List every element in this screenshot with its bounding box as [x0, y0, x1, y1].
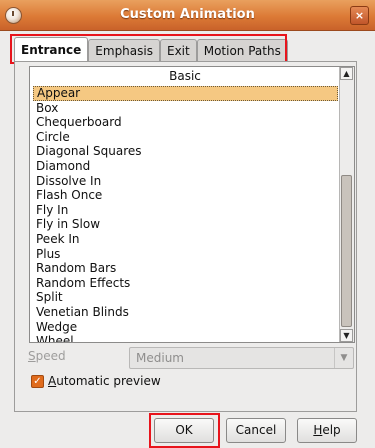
tabs-highlight-box: [10, 34, 287, 64]
title-bar: Custom Animation ×: [0, 0, 375, 31]
effects-list: Appear Box Chequerboard Circle Diagonal Squa…: [33, 86, 338, 342]
list-item[interactable]: Wheel: [33, 334, 338, 342]
list-item[interactable]: Chequerboard: [33, 115, 338, 130]
automatic-preview-label[interactable]: Automatic preview: [48, 374, 161, 388]
list-item[interactable]: Split: [33, 290, 338, 305]
speed-label: Speed: [28, 349, 66, 363]
list-item[interactable]: Peek In: [33, 232, 338, 247]
list-item[interactable]: Fly in Slow: [33, 217, 338, 232]
list-item[interactable]: Plus: [33, 247, 338, 262]
list-category-header: Basic: [169, 69, 201, 83]
list-item[interactable]: Random Bars: [33, 261, 338, 276]
list-scrollbar[interactable]: ▲ ▼: [339, 67, 354, 342]
effects-listbox[interactable]: Basic Appear Box Chequerboard Circle Diagona…: [29, 66, 355, 343]
speed-select[interactable]: Medium ▼: [129, 347, 354, 369]
ok-highlight-box: [149, 413, 220, 448]
list-item[interactable]: Circle: [33, 130, 338, 145]
list-item[interactable]: Fly In: [33, 203, 338, 218]
scroll-up-arrow-icon[interactable]: ▲: [340, 67, 353, 80]
list-item[interactable]: Appear: [33, 86, 338, 101]
automatic-preview-checkbox[interactable]: ✓: [31, 375, 44, 388]
list-item[interactable]: Venetian Blinds: [33, 305, 338, 320]
list-item[interactable]: Dissolve In: [33, 174, 338, 189]
chevron-down-icon: ▼: [334, 348, 353, 368]
list-item[interactable]: Random Effects: [33, 276, 338, 291]
speed-value: Medium: [136, 351, 184, 365]
scroll-down-arrow-icon[interactable]: ▼: [340, 329, 353, 342]
cancel-button[interactable]: Cancel: [226, 418, 286, 443]
window-title: Custom Animation: [120, 7, 255, 22]
help-button[interactable]: Help: [297, 418, 357, 443]
list-item[interactable]: Wedge: [33, 320, 338, 335]
list-item[interactable]: Diagonal Squares: [33, 144, 338, 159]
list-item[interactable]: Box: [33, 101, 338, 116]
list-item[interactable]: Diamond: [33, 159, 338, 174]
list-item[interactable]: Flash Once: [33, 188, 338, 203]
close-button[interactable]: ×: [350, 6, 369, 25]
scroll-thumb[interactable]: [341, 175, 352, 327]
